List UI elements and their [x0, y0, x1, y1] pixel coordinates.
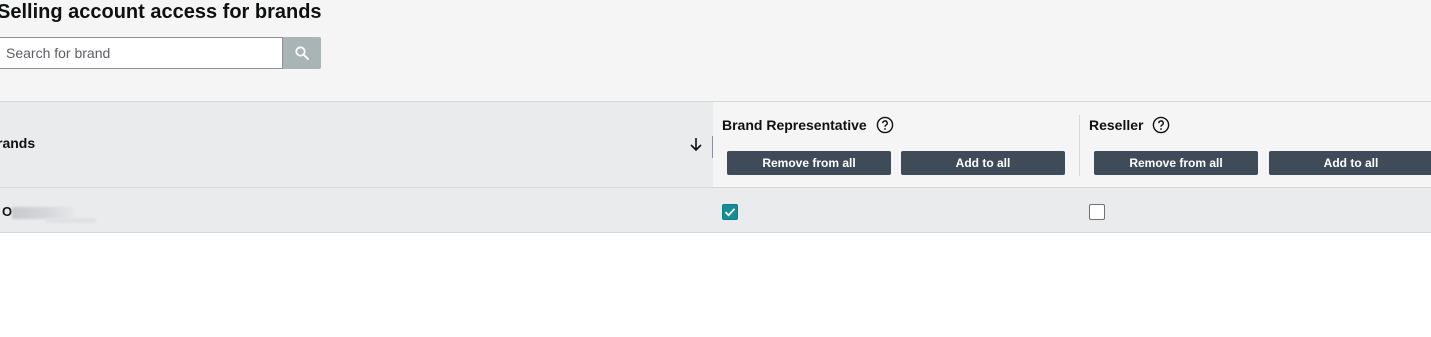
- reseller-remove-from-all-button[interactable]: Remove from all: [1094, 151, 1258, 175]
- brand-rep-add-to-all-button[interactable]: Add to all: [901, 151, 1065, 175]
- brand-name: O: [2, 204, 13, 219]
- checkmark-icon: [724, 208, 736, 217]
- help-icon[interactable]: [876, 116, 894, 134]
- page-header: Selling account access for brands: [0, 0, 1431, 101]
- search-button[interactable]: [283, 37, 321, 69]
- brand-rep-remove-from-all-button[interactable]: Remove from all: [727, 151, 891, 175]
- brand-representative-title: Brand Representative: [722, 117, 867, 133]
- reseller-title: Reseller: [1089, 117, 1144, 133]
- brand-representative-header: Brand Representative: [722, 116, 894, 134]
- table-row: O: [0, 188, 1431, 233]
- redacted-brand-text-tail: [46, 218, 96, 223]
- sort-down-icon[interactable]: [688, 136, 704, 152]
- brand-search-input[interactable]: [0, 37, 283, 69]
- brand-representative-checkbox[interactable]: [722, 204, 738, 220]
- column-divider: [1079, 115, 1080, 176]
- reseller-checkbox[interactable]: [1089, 204, 1105, 220]
- brands-column-label: rands: [0, 135, 36, 151]
- brands-column-header: rands: [0, 102, 713, 187]
- search-icon: [295, 46, 309, 60]
- reseller-add-to-all-button[interactable]: Add to all: [1269, 151, 1431, 175]
- permissions-header: Brand Representative Remove from all Add…: [713, 102, 1431, 187]
- help-icon[interactable]: [1152, 116, 1170, 134]
- page-title: Selling account access for brands: [0, 1, 322, 23]
- table-header: rands Brand Representative Remove from a…: [0, 101, 1431, 188]
- reseller-header: Reseller: [1089, 116, 1170, 134]
